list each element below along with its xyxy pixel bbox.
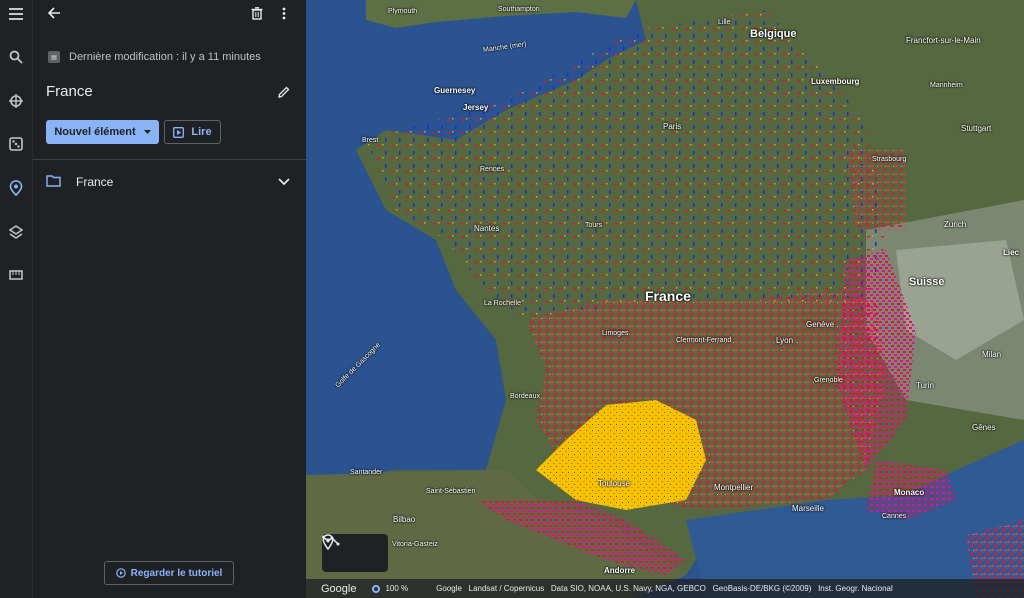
map-credits: Google Landsat / Copernicus Data SIO, NO… <box>436 584 893 593</box>
map-label-jersey: Jersey <box>463 103 489 112</box>
map-label-monaco: Monaco <box>894 488 925 497</box>
map-label-cannes: Cannes <box>882 513 907 520</box>
play-button[interactable]: Lire <box>164 120 221 144</box>
zoom-indicator[interactable]: 100 % <box>372 584 408 593</box>
project-title: France <box>46 83 93 100</box>
play-label: Lire <box>191 126 212 138</box>
map-label-vitoria: Vitoria-Gasteiz <box>392 541 438 548</box>
play-icon <box>173 126 185 138</box>
map-viewport[interactable]: Plymouth Southampton Belgique Lille Fran… <box>306 0 1024 598</box>
project-panel: ▤ Dernière modification : il y a 11 minu… <box>33 0 306 598</box>
voyager-icon[interactable] <box>4 89 28 113</box>
layers-icon[interactable] <box>4 220 28 244</box>
map-label-stuttgart: Stuttgart <box>961 124 992 133</box>
map-label-marseille: Marseille <box>792 504 825 513</box>
map-label-paris: Paris <box>663 122 682 131</box>
dropdown-arrow-icon <box>143 130 151 134</box>
new-feature-label: Nouvel élément <box>54 126 136 138</box>
map-label-tours: Tours <box>585 222 603 229</box>
map-label-rennes: Rennes <box>480 166 505 173</box>
map-label-clermont: Clermont-Ferrand <box>676 337 732 344</box>
map-label-suisse: Suisse <box>909 276 945 288</box>
panel-toolbar <box>33 0 306 28</box>
map-label-la-rochelle: La Rochelle <box>484 300 521 307</box>
map-label-bordeaux: Bordeaux <box>510 393 540 400</box>
map-label-geneve: Genève <box>806 320 835 329</box>
map-label-guernesey: Guernesey <box>434 86 476 95</box>
map-label-limoges: Limoges <box>602 330 629 337</box>
folder-label: France <box>76 175 114 189</box>
tutorial-label: Regarder le tutoriel <box>130 567 223 579</box>
chevron-down-icon[interactable] <box>278 172 290 197</box>
folder-icon <box>46 174 61 192</box>
watch-tutorial-button[interactable]: Regarder le tutoriel <box>104 561 234 585</box>
map-label-andorre: Andorre <box>604 566 636 575</box>
navigation-rail <box>0 0 33 598</box>
attribution-bar: Google 100 % Google Landsat / Copernicus… <box>306 579 1024 598</box>
map-label-francfort: Francfort-sur-le-Main <box>906 36 981 45</box>
map-label-zurich: Zurich <box>944 220 967 229</box>
map-label-toulouse: Toulouse <box>598 479 631 488</box>
projects-icon[interactable] <box>4 176 28 200</box>
last-modified-text: Dernière modification : il y a 11 minute… <box>69 51 261 63</box>
delete-icon[interactable] <box>245 1 269 25</box>
map-label-strasbourg: Strasbourg <box>872 156 907 163</box>
map-label-saint-sebastien: Saint-Sébastien <box>426 488 476 495</box>
map-label-southampton: Southampton <box>498 6 540 13</box>
map-tools <box>322 534 388 572</box>
map-label-genes: Gênes <box>972 423 996 432</box>
map-label-belgique: Belgique <box>750 28 797 40</box>
menu-icon[interactable] <box>4 2 28 26</box>
zoom-ring-icon <box>372 584 381 593</box>
folder-row[interactable]: France <box>33 168 306 196</box>
map-label-lyon: Lyon <box>776 336 794 345</box>
search-icon[interactable] <box>4 45 28 69</box>
map-label-turin: Turin <box>916 381 934 390</box>
map-label-france: France <box>645 288 691 304</box>
panel-divider <box>33 159 306 160</box>
dice-icon[interactable] <box>4 132 28 156</box>
map-label-brest: Brest <box>362 137 379 144</box>
map-label-nantes: Nantes <box>474 224 500 233</box>
ruler-icon[interactable] <box>4 263 28 287</box>
map-label-milan: Milan <box>982 350 1002 359</box>
document-icon: ▤ <box>48 51 60 63</box>
map-label-grenoble: Grenoble <box>814 377 843 384</box>
new-feature-button[interactable]: Nouvel élément <box>46 120 159 144</box>
map-label-plymouth: Plymouth <box>388 8 418 15</box>
map-label-montpellier: Montpellier <box>714 483 754 492</box>
google-logo: Google <box>321 582 357 595</box>
back-arrow-icon[interactable] <box>42 1 66 25</box>
last-modified-info: ▤ Dernière modification : il y a 11 minu… <box>48 49 261 65</box>
map-label-luxembourg: Luxembourg <box>811 77 860 86</box>
play-circle-icon <box>115 568 126 578</box>
map-label-bilbao: Bilbao <box>393 515 416 524</box>
zoom-level: 100 % <box>385 584 409 593</box>
more-options-icon[interactable] <box>272 1 296 25</box>
map-label-lille: Lille <box>718 19 731 26</box>
map-label-liec: Liec <box>1003 248 1020 257</box>
edit-title-icon[interactable] <box>272 80 296 104</box>
map-label-mannheim: Mannheim <box>930 82 963 89</box>
map-label-santander: Santander <box>350 469 383 476</box>
